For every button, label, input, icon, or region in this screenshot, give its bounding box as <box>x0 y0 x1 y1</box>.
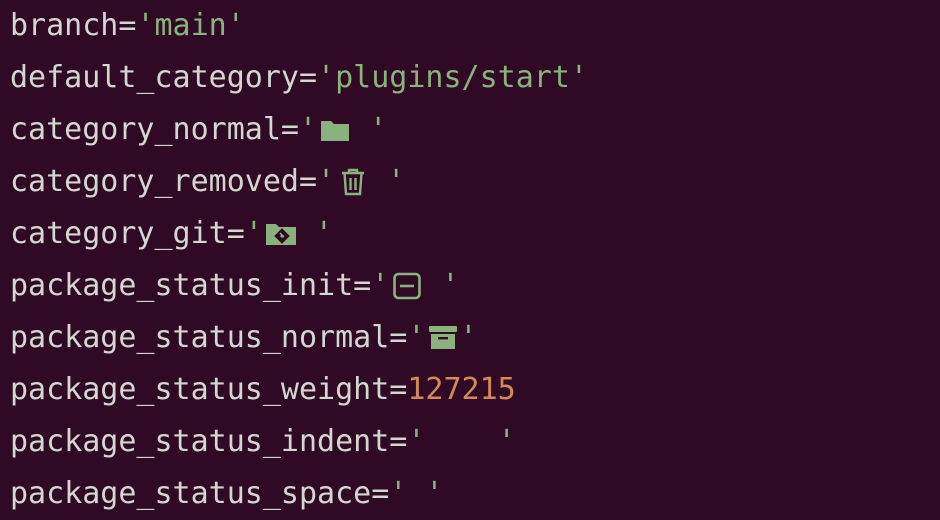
config-line-package-status-normal: package_status_normal= ' ' <box>10 312 477 364</box>
git-folder-icon <box>265 216 297 252</box>
config-line-package-status-indent: package_status_indent= ' ' <box>10 416 516 468</box>
config-key: package_status_weight= <box>10 372 408 407</box>
quote-open: ' <box>244 216 263 251</box>
config-key: branch= <box>10 8 137 43</box>
config-key: category_git= <box>10 216 245 251</box>
config-line-category-removed: category_removed= ' ' <box>10 156 405 208</box>
quote-open: ' <box>389 476 408 511</box>
trash-icon <box>337 164 369 200</box>
quote-open: ' <box>371 268 390 303</box>
quote-close: ' <box>351 112 388 147</box>
quote-close: ' <box>226 8 245 43</box>
archive-icon <box>427 320 459 356</box>
config-line-package-status-weight: package_status_weight= 127215 <box>10 364 516 416</box>
quote-open: ' <box>407 424 426 459</box>
quote-close: ' <box>569 60 588 95</box>
config-line-package-status-space: package_status_space= ' ' <box>10 468 443 520</box>
config-key: package_status_space= <box>10 476 390 511</box>
config-key: package_status_indent= <box>10 424 408 459</box>
config-line-category-normal: category_normal= ' ' <box>10 104 387 156</box>
quote-open: ' <box>136 8 155 43</box>
string-value <box>425 416 497 468</box>
string-value <box>407 468 425 520</box>
string-value: main <box>154 8 227 43</box>
quote-close: ' <box>425 476 444 511</box>
string-value: plugins/start <box>335 60 570 95</box>
quote-close: ' <box>459 320 478 355</box>
quote-close: ' <box>423 268 460 303</box>
config-line-branch: branch= ' main ' <box>10 0 245 52</box>
quote-open: ' <box>317 164 336 199</box>
number-value: 127215 <box>407 372 516 407</box>
terminal-window[interactable]: branch= ' main ' default_category= ' plugins/… <box>0 0 940 520</box>
config-key: category_removed= <box>10 164 318 199</box>
config-key: package_status_normal= <box>10 320 408 355</box>
quote-open: ' <box>317 60 336 95</box>
config-key: package_status_init= <box>10 268 372 303</box>
quote-close: ' <box>369 164 406 199</box>
quote-open: ' <box>407 320 426 355</box>
minus-square-icon <box>391 268 423 304</box>
config-key: category_normal= <box>10 112 299 147</box>
quote-close: ' <box>497 424 516 459</box>
quote-open: ' <box>298 112 318 147</box>
quote-close: ' <box>296 216 333 251</box>
folder-icon <box>319 112 351 148</box>
config-line-category-git: category_git= ' ' <box>10 208 333 260</box>
config-line-package-status-init: package_status_init= ' ' <box>10 260 459 312</box>
config-key: default_category= <box>10 60 318 95</box>
config-line-default-category: default_category= ' plugins/start ' <box>10 52 588 104</box>
